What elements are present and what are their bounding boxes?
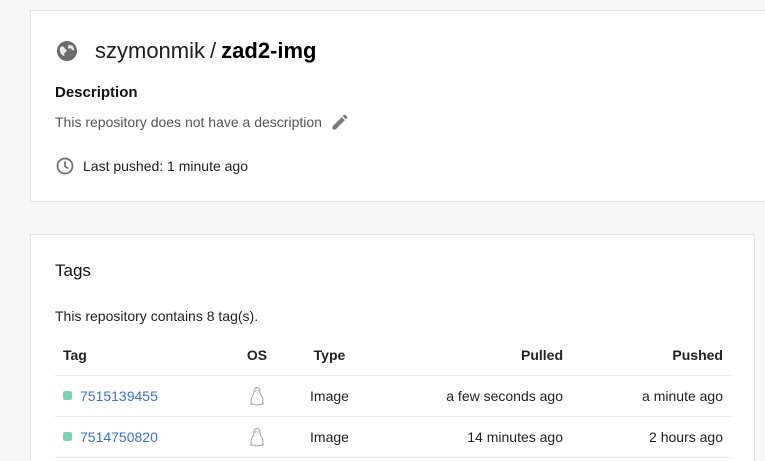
column-header-tag: Tag bbox=[55, 335, 227, 376]
last-pushed-row: Last pushed: 1 minute ago bbox=[55, 156, 248, 176]
tag-pulled: a few seconds ago bbox=[372, 375, 571, 417]
repository-title: szymonmik / zad2-img bbox=[55, 37, 317, 65]
column-header-os: OS bbox=[227, 335, 287, 376]
tag-pushed: a minute ago bbox=[571, 375, 731, 417]
linux-icon bbox=[249, 386, 265, 405]
tags-heading: Tags bbox=[55, 261, 91, 280]
title-separator: / bbox=[210, 38, 217, 63]
description-heading: Description bbox=[55, 84, 138, 101]
tags-table: Tag OS Type Pulled Pushed 7515139455 Ima… bbox=[55, 335, 731, 458]
tags-card: Tags This repository contains 8 tag(s). … bbox=[30, 234, 755, 461]
tag-pushed: 2 hours ago bbox=[571, 416, 731, 458]
table-row: 7515139455 Image a few seconds ago a min… bbox=[55, 375, 731, 417]
tag-pulled: 14 minutes ago bbox=[372, 416, 571, 458]
tag-type: Image bbox=[287, 375, 372, 417]
pencil-icon[interactable] bbox=[330, 112, 350, 132]
status-dot bbox=[63, 432, 72, 441]
table-row: 7514750820 Image 14 minutes ago 2 hours … bbox=[55, 416, 731, 458]
globe-icon bbox=[57, 41, 77, 61]
column-header-pulled: Pulled bbox=[372, 335, 571, 376]
repository-owner[interactable]: szymonmik bbox=[95, 37, 205, 65]
last-pushed-text: Last pushed: 1 minute ago bbox=[83, 158, 249, 174]
tags-table-header: Tag OS Type Pulled Pushed bbox=[55, 335, 731, 376]
tag-link[interactable]: 7514750820 bbox=[80, 429, 158, 445]
column-header-type: Type bbox=[287, 335, 372, 376]
repository-name: zad2-img bbox=[221, 38, 317, 63]
description-row: This repository does not have a descript… bbox=[55, 112, 350, 132]
column-header-pushed: Pushed bbox=[571, 335, 731, 376]
clock-icon bbox=[56, 157, 74, 175]
tag-link[interactable]: 7515139455 bbox=[80, 388, 158, 404]
description-text: This repository does not have a descript… bbox=[55, 114, 322, 130]
tag-type: Image bbox=[287, 416, 372, 458]
status-dot bbox=[63, 391, 72, 400]
linux-icon bbox=[249, 427, 265, 446]
tags-count-text: This repository contains 8 tag(s). bbox=[55, 308, 259, 324]
repository-info-card: szymonmik / zad2-img Description This re… bbox=[30, 10, 765, 202]
